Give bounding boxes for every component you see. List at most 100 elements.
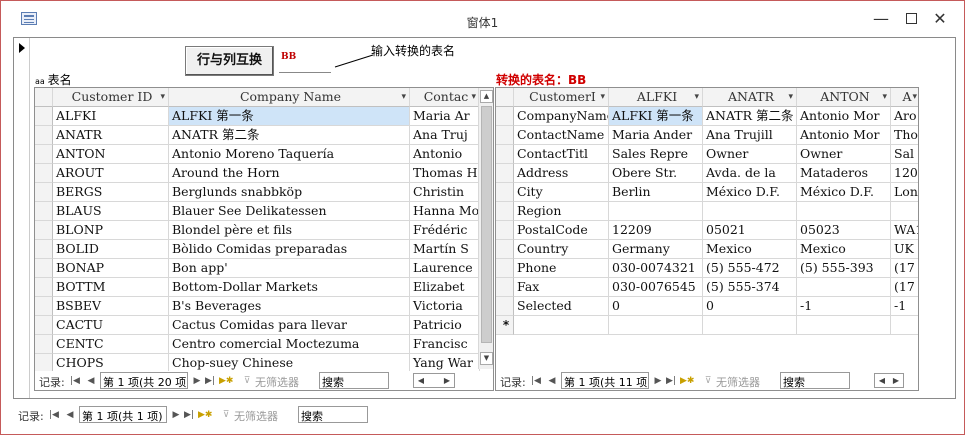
table-cell[interactable]: Berlin — [609, 183, 703, 202]
table-cell[interactable]: Blondel père et fils — [169, 221, 410, 240]
first-record-icon[interactable]: |◀ — [530, 373, 542, 389]
scroll-left-icon[interactable]: ◀ — [875, 374, 889, 387]
table-cell[interactable]: Francisc — [410, 335, 480, 354]
row-selector[interactable] — [35, 145, 53, 164]
new-record-nav-icon[interactable]: ▶✱ — [219, 373, 233, 389]
first-record-icon[interactable]: |◀ — [48, 407, 60, 423]
dropdown-arrow-icon[interactable]: ▾ — [160, 88, 165, 106]
row-selector[interactable] — [496, 145, 514, 164]
table-cell[interactable]: ContactName — [514, 126, 609, 145]
table-cell[interactable]: Thomas H — [410, 164, 480, 183]
table-cell[interactable]: Phone — [514, 259, 609, 278]
table-cell[interactable]: BLONP — [53, 221, 169, 240]
table-cell[interactable]: ANTON — [53, 145, 169, 164]
horizontal-scrollbar[interactable]: ◀ ▶ — [874, 373, 904, 388]
table-cell[interactable]: Laurence — [410, 259, 480, 278]
table-cell[interactable]: 030-0076545 — [609, 278, 703, 297]
source-vertical-scrollbar[interactable]: ▲ ▼ — [478, 88, 493, 369]
row-selector[interactable] — [496, 240, 514, 259]
row-selector[interactable] — [496, 278, 514, 297]
table-cell[interactable]: 120 — [891, 164, 918, 183]
table-cell[interactable]: UK — [891, 240, 918, 259]
table-cell[interactable]: Martín S — [410, 240, 480, 259]
dropdown-arrow-icon[interactable]: ▾ — [694, 88, 699, 106]
scroll-left-icon[interactable]: ◀ — [414, 374, 428, 387]
table-cell[interactable]: Sal — [891, 145, 918, 164]
next-record-icon[interactable]: ▶ — [170, 407, 182, 423]
row-selector[interactable] — [496, 259, 514, 278]
table-cell[interactable]: City — [514, 183, 609, 202]
table-cell[interactable]: BSBEV — [53, 297, 169, 316]
dropdown-arrow-icon[interactable]: ▾ — [401, 88, 406, 106]
row-selector[interactable] — [35, 183, 53, 202]
table-cell[interactable]: ContactTitl — [514, 145, 609, 164]
row-selector[interactable] — [35, 316, 53, 335]
table-cell[interactable]: 05023 — [797, 221, 891, 240]
table-cell[interactable]: CompanyName — [514, 107, 609, 126]
column-header[interactable]: Company Name ▾ — [169, 88, 410, 107]
table-cell[interactable]: CACTU — [53, 316, 169, 335]
table-cell[interactable]: PostalCode — [514, 221, 609, 240]
table-cell[interactable]: Cactus Comidas para llevar — [169, 316, 410, 335]
column-header[interactable]: CustomerI ▾ — [514, 88, 609, 107]
table-cell[interactable] — [891, 316, 918, 335]
select-all-corner[interactable] — [496, 88, 514, 107]
last-record-icon[interactable]: ▶| — [665, 373, 677, 389]
table-cell[interactable] — [703, 202, 797, 221]
table-cell[interactable]: Around the Horn — [169, 164, 410, 183]
dropdown-arrow-icon[interactable]: ▾ — [882, 88, 887, 106]
row-selector[interactable] — [35, 221, 53, 240]
table-cell[interactable]: ALFKI 第一条 — [609, 107, 703, 126]
table-cell[interactable]: -1 — [797, 297, 891, 316]
table-cell[interactable]: México D.F. — [703, 183, 797, 202]
column-header[interactable]: A ▾ — [891, 88, 918, 107]
table-cell[interactable]: Elizabet — [410, 278, 480, 297]
dropdown-arrow-icon[interactable]: ▾ — [788, 88, 793, 106]
no-filter-indicator[interactable]: 无筛选器 — [255, 374, 299, 390]
dropdown-arrow-icon[interactable]: ▾ — [471, 88, 476, 106]
current-record-box[interactable]: 第 1 项(共 20 项 — [100, 372, 188, 389]
table-cell[interactable]: ALFKI 第一条 — [169, 107, 410, 126]
table-cell[interactable]: Antonio Moreno Taquería — [169, 145, 410, 164]
no-filter-indicator[interactable]: 无筛选器 — [234, 408, 278, 424]
table-cell[interactable]: (17 — [891, 259, 918, 278]
row-selector[interactable] — [496, 183, 514, 202]
table-cell[interactable]: 12209 — [609, 221, 703, 240]
column-header[interactable]: Customer ID ▾ — [53, 88, 169, 107]
table-cell[interactable]: Blauer See Delikatessen — [169, 202, 410, 221]
row-selector[interactable] — [35, 107, 53, 126]
table-cell[interactable] — [609, 202, 703, 221]
table-cell[interactable]: ANATR — [53, 126, 169, 145]
scroll-up-icon[interactable]: ▲ — [480, 90, 493, 103]
table-cell[interactable]: Obere Str. — [609, 164, 703, 183]
table-cell[interactable] — [514, 316, 609, 335]
table-cell[interactable]: Mexico — [797, 240, 891, 259]
table-cell[interactable]: Victoria — [410, 297, 480, 316]
new-record-nav-icon[interactable]: ▶✱ — [680, 373, 694, 389]
scroll-right-icon[interactable]: ▶ — [440, 374, 454, 387]
scroll-right-icon[interactable]: ▶ — [889, 374, 903, 387]
table-cell[interactable]: Mataderos — [797, 164, 891, 183]
table-cell[interactable] — [797, 316, 891, 335]
table-cell[interactable]: Patricio — [410, 316, 480, 335]
column-header[interactable]: ANTON ▾ — [797, 88, 891, 107]
table-cell[interactable]: BONAP — [53, 259, 169, 278]
table-cell[interactable]: BOTTM — [53, 278, 169, 297]
table-cell[interactable] — [797, 278, 891, 297]
table-cell[interactable]: Maria Ander — [609, 126, 703, 145]
horizontal-scrollbar[interactable]: ◀ ▶ — [413, 373, 455, 388]
table-cell[interactable]: México D.F. — [797, 183, 891, 202]
current-record-box[interactable]: 第 1 项(共 11 项 — [561, 372, 649, 389]
filter-icon[interactable]: ⊽ — [220, 407, 232, 423]
table-cell[interactable]: (17 — [891, 278, 918, 297]
row-selector[interactable] — [496, 297, 514, 316]
row-selector[interactable] — [496, 126, 514, 145]
table-cell[interactable]: ANATR 第二条 — [169, 126, 410, 145]
table-cell[interactable]: Ana Trujill — [703, 126, 797, 145]
table-cell[interactable]: Centro comercial Moctezuma — [169, 335, 410, 354]
table-cell[interactable]: ALFKI — [53, 107, 169, 126]
table-cell[interactable]: WA1 — [891, 221, 918, 240]
column-header[interactable]: ALFKI ▾ — [609, 88, 703, 107]
table-cell[interactable]: Bòlido Comidas preparadas — [169, 240, 410, 259]
dropdown-arrow-icon[interactable]: ▾ — [912, 88, 917, 106]
